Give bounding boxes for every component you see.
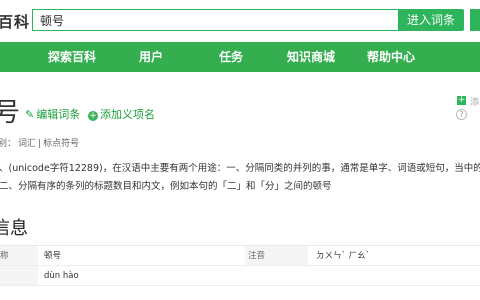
side-add-icon[interactable]: + — [457, 96, 466, 105]
edit-entry-label: 编辑词条 — [36, 108, 81, 121]
section-title: 信息 — [0, 218, 28, 239]
summary-line: 二、分隔有序的条列的标题数目和内文，例如本句的「二」和「分」之间的顿号 — [0, 181, 332, 192]
info-value: ㄉㄨㄣˋ ㄏㄠˋ — [316, 251, 370, 261]
nav-item-help-center[interactable]: 帮助中心 — [367, 42, 415, 72]
info-value: dùn hào — [44, 271, 79, 281]
nav-item-knowledge-mall[interactable]: 知识商城 — [287, 42, 335, 72]
side-add-label[interactable]: 添 — [470, 95, 479, 108]
info-label-empty — [0, 266, 38, 286]
nav-item-tasks[interactable]: 任务 — [219, 42, 243, 72]
search-input[interactable] — [32, 9, 398, 31]
add-sense-label: 添加义项名 — [100, 108, 155, 121]
page-title: 号 — [0, 98, 21, 128]
pencil-icon: ✎ — [25, 108, 35, 121]
add-circle-icon: + — [88, 111, 98, 121]
help-question-icon[interactable]: ? — [456, 109, 467, 120]
table-divider — [0, 285, 480, 286]
info-table: 称 顿号 注音 ㄉㄨㄣˋ ㄏㄠˋ dùn hào — [0, 245, 480, 286]
nav-item-users[interactable]: 用户 — [139, 42, 163, 72]
category-item[interactable]: 词汇 — [18, 139, 36, 149]
search-extra-button[interactable] — [470, 9, 480, 31]
nav-item-explore[interactable]: 探索百科 — [48, 42, 96, 72]
entry-header: 号 ✎ 编辑词条 + 添加义项名 — [0, 98, 480, 128]
main-nav: 探索百科 用户 任务 知识商城 帮助中心 — [0, 42, 480, 72]
info-value: 顿号 — [44, 251, 62, 261]
info-label: 称 — [0, 246, 38, 266]
summary-line: 、(unicode字符12289)，在汉语中主要有两个用途：一、分隔同类的并列的… — [0, 163, 480, 174]
category-item[interactable]: 标点符号 — [43, 139, 79, 149]
category-list: 别： 词汇 | 标点符号 — [0, 139, 80, 149]
category-prefix: 别： — [0, 139, 17, 149]
entry-summary: 、(unicode字符12289)，在汉语中主要有两个用途：一、分隔同类的并列的… — [0, 160, 480, 196]
add-sense-link[interactable]: + 添加义项名 — [88, 108, 155, 122]
top-bar: 百科 进入词条 — [0, 0, 480, 42]
info-label: 注音 — [245, 246, 308, 266]
enter-entry-button[interactable]: 进入词条 — [398, 9, 464, 31]
site-logo[interactable]: 百科 — [0, 11, 30, 32]
edit-entry-link[interactable]: ✎ 编辑词条 — [25, 108, 80, 122]
